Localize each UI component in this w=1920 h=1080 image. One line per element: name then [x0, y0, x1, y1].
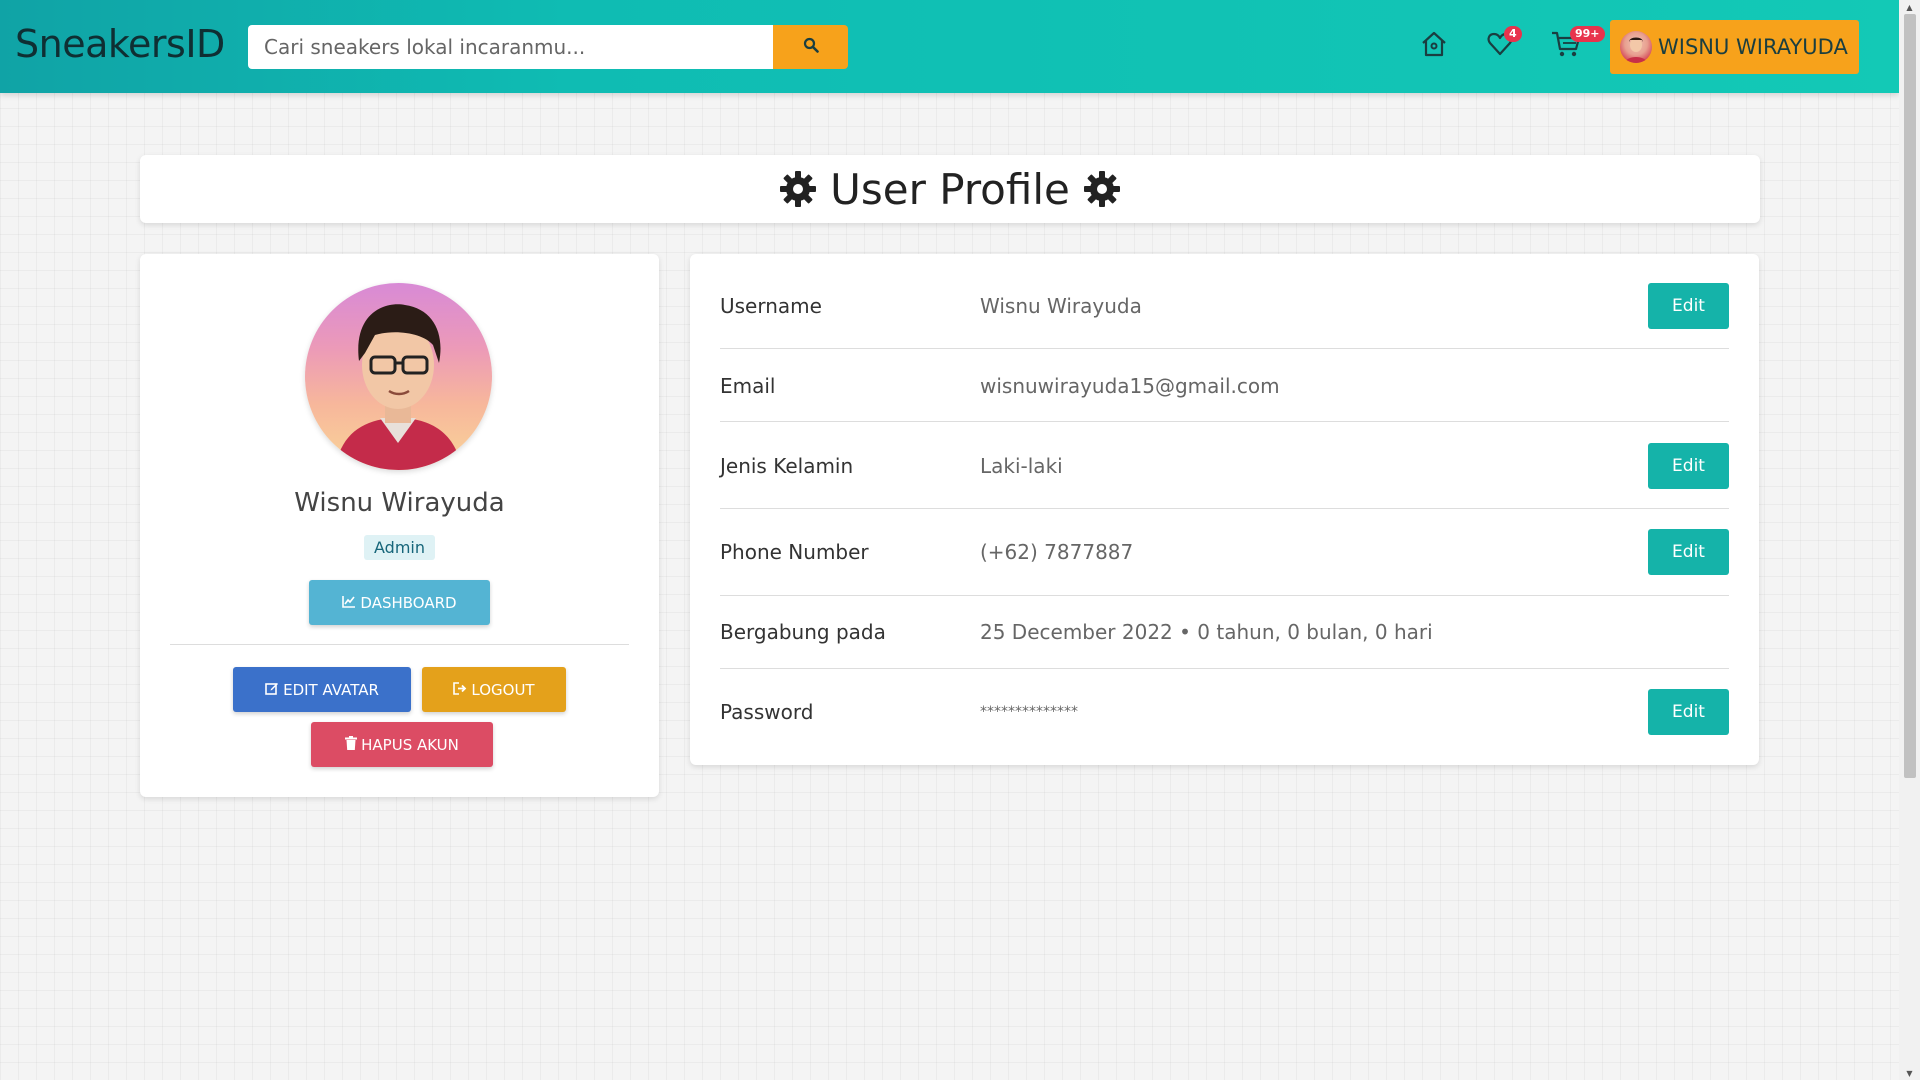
detail-label: Email [720, 374, 776, 398]
profile-card: Wisnu Wirayuda Admin DASHBOARD EDIT AVAT… [140, 254, 659, 797]
edit-username-button[interactable]: Edit [1648, 283, 1729, 329]
search-input[interactable]: Cari sneakers lokal incaranmu... [248, 25, 773, 69]
page-title-card: User Profile [140, 155, 1760, 223]
detail-value: Laki-laki [980, 454, 1063, 478]
edit-password-button[interactable]: Edit [1648, 689, 1729, 735]
detail-label: Password [720, 700, 814, 724]
scroll-up-arrow-icon[interactable]: ▲ [1899, 0, 1920, 14]
search-button[interactable] [773, 25, 848, 69]
profile-avatar [305, 283, 492, 470]
profile-details-card: Username Wisnu Wirayuda Edit Email wisnu… [690, 254, 1759, 765]
detail-label: Bergabung pada [720, 620, 886, 644]
wishlist-button[interactable]: 4 [1482, 26, 1522, 64]
cart-button[interactable]: 99+ [1548, 26, 1605, 64]
gear-icon [778, 169, 818, 209]
role-badge: Admin [364, 535, 435, 560]
user-avatar [1620, 31, 1652, 63]
logout-button[interactable]: LOGOUT [422, 667, 566, 712]
detail-row-password: Password ************** Edit [720, 689, 1729, 735]
user-menu-button[interactable]: WISNU WIRAYUDA [1610, 20, 1859, 74]
edit-avatar-button[interactable]: EDIT AVATAR [233, 667, 411, 712]
navbar: SneakersID Cari sneakers lokal incaranmu… [0, 0, 1899, 93]
logout-label: LOGOUT [471, 680, 535, 699]
row-divider [720, 348, 1729, 349]
edit-phone-button[interactable]: Edit [1648, 529, 1729, 575]
row-divider [720, 508, 1729, 509]
user-name: WISNU WIRAYUDA [1658, 35, 1848, 59]
scrollbar[interactable]: ▲ ▼ [1899, 0, 1920, 1080]
chart-line-icon [342, 594, 360, 612]
cart-count-badge: 99+ [1570, 26, 1605, 42]
profile-name: Wisnu Wirayuda [294, 488, 505, 518]
detail-row-joined: Bergabung pada 25 December 2022 • 0 tahu… [720, 609, 1729, 655]
wishlist-count-badge: 4 [1504, 26, 1522, 42]
search-icon [803, 37, 819, 57]
detail-row-phone: Phone Number (+62) 7877887 Edit [720, 529, 1729, 575]
home-button[interactable] [1416, 28, 1452, 64]
detail-label: Phone Number [720, 540, 869, 564]
trash-icon [345, 735, 361, 754]
row-divider [720, 421, 1729, 422]
detail-value: (+62) 7877887 [980, 540, 1134, 564]
dashboard-label: DASHBOARD [360, 593, 457, 612]
scroll-thumb[interactable] [1904, 14, 1916, 778]
detail-value: 25 December 2022 • 0 tahun, 0 bulan, 0 h… [980, 620, 1433, 644]
row-divider [720, 595, 1729, 596]
edit-avatar-label: EDIT AVATAR [283, 680, 379, 699]
page-title: User Profile [830, 164, 1070, 214]
home-icon [1419, 29, 1449, 63]
detail-value: Wisnu Wirayuda [980, 294, 1142, 318]
detail-row-username: Username Wisnu Wirayuda Edit [720, 283, 1729, 329]
edit-icon [265, 681, 283, 699]
detail-row-email: Email wisnuwirayuda15@gmail.com [720, 363, 1729, 409]
gear-icon [1082, 169, 1122, 209]
delete-account-label: HAPUS AKUN [361, 735, 459, 754]
detail-value: ************** [980, 704, 1078, 720]
divider [170, 644, 629, 645]
row-divider [720, 668, 1729, 669]
sign-out-icon [453, 681, 471, 699]
scroll-down-arrow-icon[interactable]: ▼ [1899, 1066, 1920, 1080]
brand-logo[interactable]: SneakersID [15, 22, 225, 66]
detail-row-gender: Jenis Kelamin Laki-laki Edit [720, 443, 1729, 489]
delete-account-button[interactable]: HAPUS AKUN [311, 722, 493, 767]
detail-label: Username [720, 294, 822, 318]
dashboard-button[interactable]: DASHBOARD [309, 580, 490, 625]
edit-gender-button[interactable]: Edit [1648, 443, 1729, 489]
detail-value: wisnuwirayuda15@gmail.com [980, 374, 1280, 398]
detail-label: Jenis Kelamin [720, 454, 854, 478]
